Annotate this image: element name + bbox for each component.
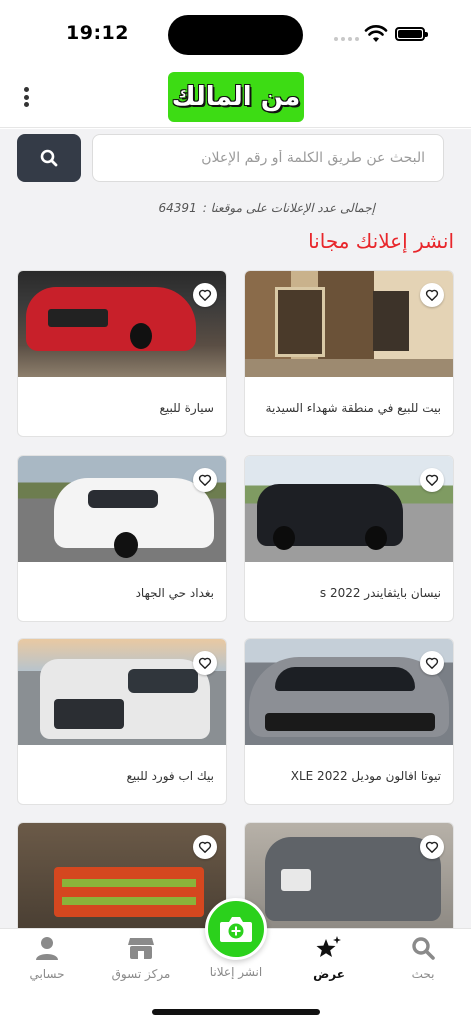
nav-label: انشر إعلانا bbox=[209, 965, 263, 979]
nav-item-search[interactable]: بحث bbox=[383, 935, 463, 981]
user-icon bbox=[36, 937, 58, 960]
listing-title: بيت للبيع في منطقة شهداء السيدية bbox=[265, 401, 441, 415]
heart-icon[interactable] bbox=[420, 468, 444, 492]
home-indicator bbox=[152, 1009, 320, 1015]
search-icon bbox=[412, 937, 435, 960]
heart-icon[interactable] bbox=[193, 283, 217, 307]
listing-title: سيارة للبيع bbox=[159, 401, 215, 415]
heart-icon[interactable] bbox=[193, 651, 217, 675]
nav-label: حسابي bbox=[29, 967, 65, 981]
listing-card[interactable]: تيوتا افالون موديل XLE 2022 bbox=[244, 638, 454, 805]
search-input[interactable] bbox=[92, 134, 444, 182]
wifi-icon bbox=[364, 25, 388, 42]
ads-count: إجمالى عدد الإعلانات على موقعنا : 64391 bbox=[159, 201, 375, 215]
battery-icon bbox=[395, 27, 428, 41]
listing-card[interactable]: بيت للبيع في منطقة شهداء السيدية bbox=[244, 270, 454, 437]
heart-icon[interactable] bbox=[193, 468, 217, 492]
search-button[interactable] bbox=[17, 134, 81, 182]
app-header: من المالك bbox=[0, 64, 471, 128]
post-free-link[interactable]: انشر إعلانك مجانا bbox=[308, 229, 454, 253]
listing-card[interactable]: سيارة للبيع bbox=[17, 270, 227, 437]
main-content[interactable]: إجمالى عدد الإعلانات على موقعنا : 64391 … bbox=[0, 129, 471, 928]
listing-title: تيوتا افالون موديل XLE 2022 bbox=[290, 769, 441, 783]
nav-label: بحث bbox=[411, 967, 435, 981]
signal-icon bbox=[334, 37, 359, 41]
nav-item-account[interactable]: حسابي bbox=[7, 935, 87, 981]
listing-title: بغداد حي الجهاد bbox=[135, 586, 214, 600]
heart-icon[interactable] bbox=[420, 835, 444, 859]
nav-label: عرض bbox=[313, 967, 345, 981]
search-icon bbox=[40, 149, 58, 167]
logo-text: من المالك bbox=[171, 82, 301, 112]
post-ad-fab[interactable] bbox=[205, 898, 267, 960]
listing-card[interactable]: بيك اب فورد للبيع bbox=[17, 638, 227, 805]
nav-item-store[interactable]: مركز تسوق bbox=[101, 935, 181, 981]
listing-card[interactable] bbox=[244, 822, 454, 928]
store-icon bbox=[128, 938, 154, 959]
ads-count-value: 64391 bbox=[158, 201, 197, 215]
listing-title: بيك اب فورد للبيع bbox=[126, 769, 214, 783]
listing-card[interactable] bbox=[17, 822, 227, 928]
nav-item-browse[interactable]: عرض bbox=[289, 935, 369, 981]
listing-card[interactable]: بغداد حي الجهاد bbox=[17, 455, 227, 622]
nav-label: مركز تسوق bbox=[111, 967, 171, 981]
heart-icon[interactable] bbox=[420, 651, 444, 675]
status-bar: 19:12 bbox=[0, 0, 471, 64]
heart-icon[interactable] bbox=[420, 283, 444, 307]
camera-plus-icon bbox=[220, 917, 252, 942]
heart-icon[interactable] bbox=[193, 835, 217, 859]
app-logo[interactable]: من المالك bbox=[168, 72, 304, 122]
ads-count-label: إجمالى عدد الإعلانات على موقعنا : bbox=[202, 201, 375, 215]
more-menu-icon[interactable] bbox=[16, 84, 36, 110]
listing-card[interactable]: نيسان بايثفايندر 2022 s bbox=[244, 455, 454, 622]
sparkle-star-icon bbox=[316, 936, 341, 957]
dynamic-island bbox=[168, 15, 303, 55]
nav-item-post-ad[interactable]: انشر إعلانا bbox=[196, 959, 276, 979]
listing-title: نيسان بايثفايندر 2022 s bbox=[319, 586, 441, 600]
status-time: 19:12 bbox=[66, 22, 129, 44]
